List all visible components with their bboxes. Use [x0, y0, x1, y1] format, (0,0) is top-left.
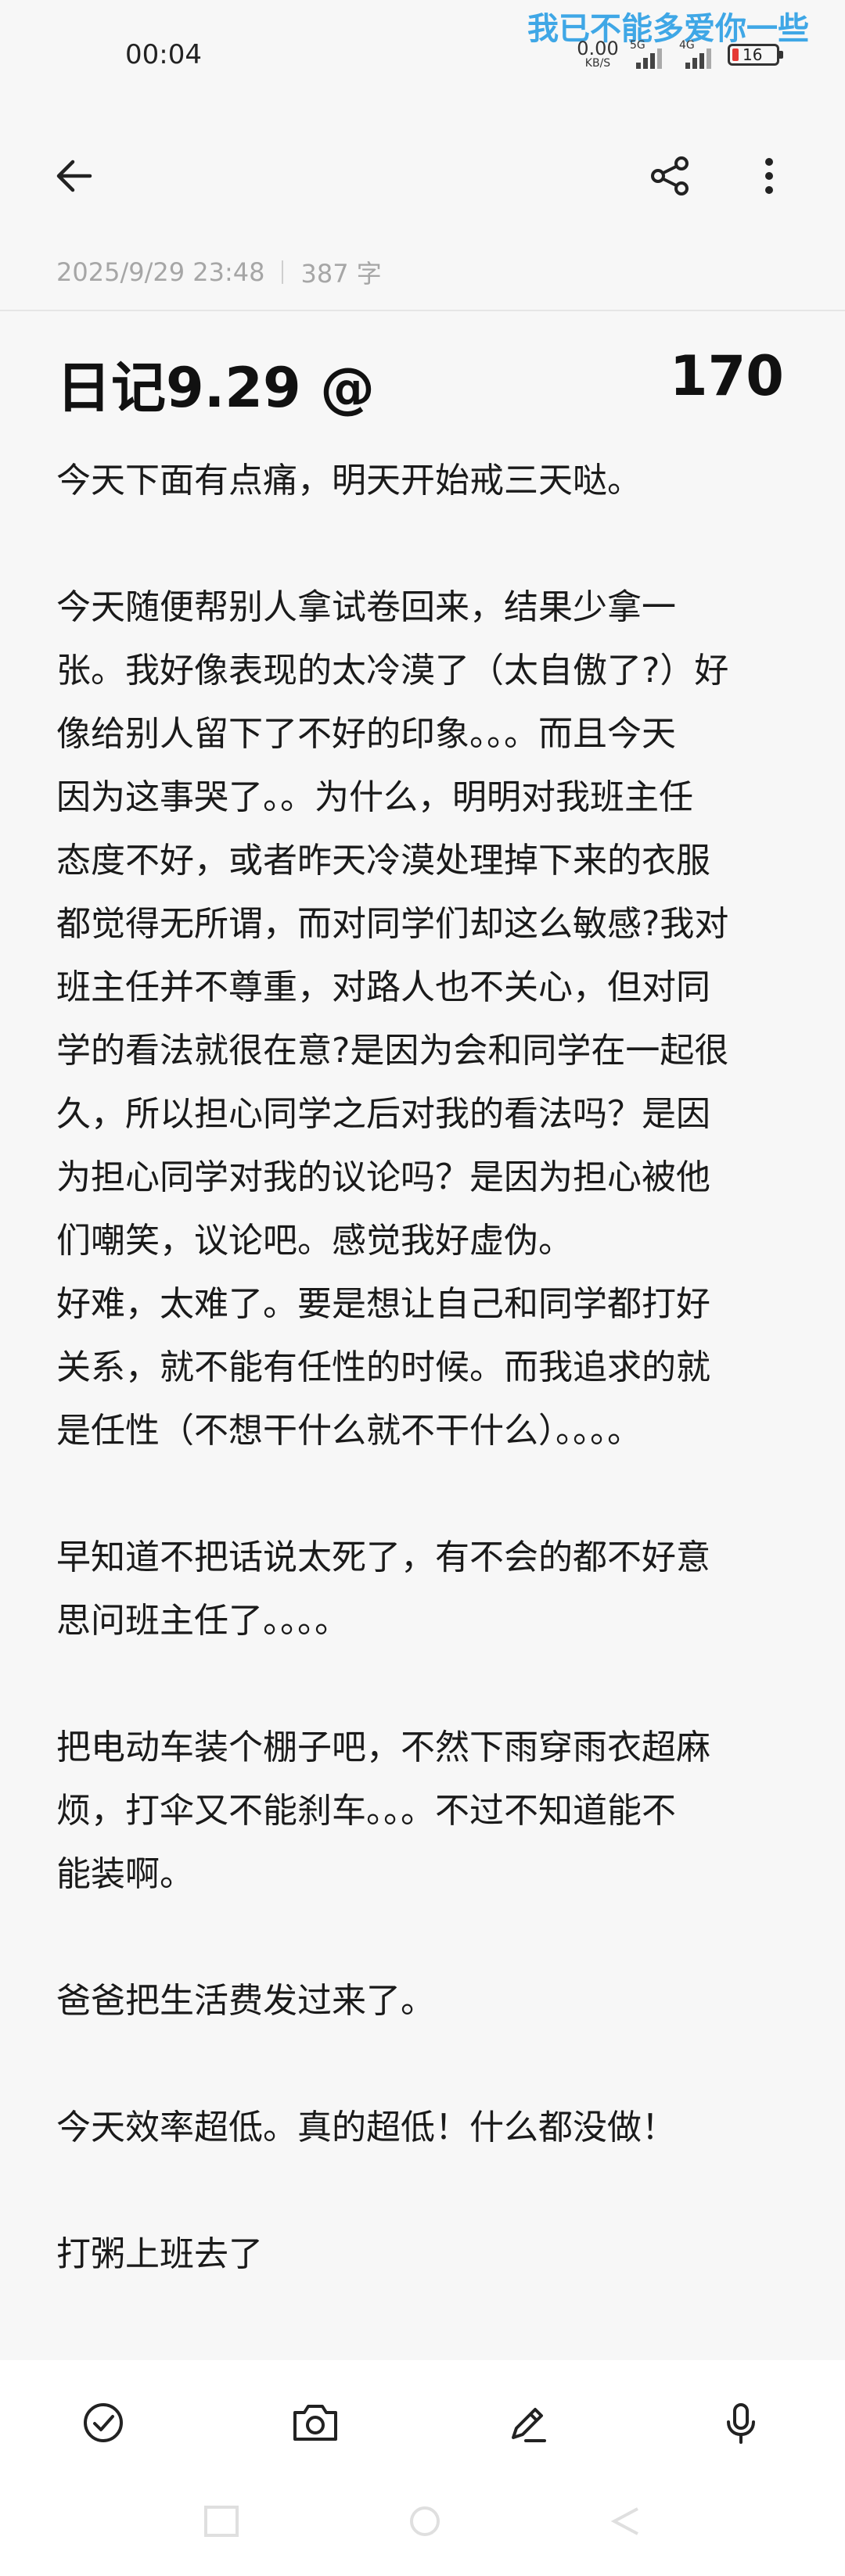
microphone-button[interactable] — [710, 2391, 772, 2454]
note-title-row[interactable]: 日记9.29 @ 170 — [56, 344, 784, 420]
note-body-line: 烦，打伞又不能刹车。。。不过不知道能不 — [56, 1791, 676, 1831]
note-body-line: 因为这事哭了。。为什么，明明对我班主任 — [56, 777, 693, 817]
meta-separator — [282, 260, 284, 284]
note-body-line: 关系，就不能有任性的时候。而我追求的就 — [56, 1347, 710, 1387]
camera-icon — [293, 2405, 337, 2441]
note-body-line: 思问班主任了。。。。 — [56, 1601, 349, 1641]
network-speed-unit: KB/S — [584, 57, 611, 70]
note-body-line: 今天下面有点痛，明天开始戒三天哒。 — [56, 461, 642, 500]
back-button[interactable] — [47, 149, 102, 203]
top-app-bar — [0, 117, 845, 235]
note-meta: 2025/9/29 23:48 387 字 — [56, 254, 382, 290]
microphone-icon — [727, 2403, 755, 2444]
watermark-text: 我已不能多爱你一些 — [527, 11, 809, 47]
note-word-count: 387 字 — [300, 259, 382, 289]
pen-button[interactable] — [497, 2391, 559, 2454]
note-body-line: 今天效率超低。真的超低！什么都没做！ — [56, 2108, 676, 2147]
recents-nav-icon[interactable] — [202, 2506, 241, 2537]
note-body-line: 为担心同学对我的议论吗？是因为担心被他 — [56, 1157, 710, 1197]
system-nav-bar — [0, 2482, 845, 2576]
note-body-line: 们嘲笑，议论吧。感觉我好虚伪。 — [56, 1221, 573, 1261]
header-divider — [0, 310, 845, 311]
note-body-line: 爸爸把生活费发过来了。 — [56, 1981, 435, 2021]
note-body-line: 都觉得无所谓，而对同学们却这么敏感?我对 — [56, 904, 729, 944]
note-body-line: 像给别人留下了不好的印象。。。而且今天 — [56, 714, 676, 754]
note-body-line: 能装啊。 — [56, 1854, 194, 1894]
battery-level: 16 — [743, 45, 763, 64]
note-body-line: 是任性（不想干什么就不干什么）。。。。 — [56, 1411, 642, 1451]
network-speed-value: 0.00 — [577, 38, 619, 59]
pen-icon — [512, 2408, 546, 2442]
note-body[interactable]: 今天下面有点痛，明天开始戒三天哒。 今天随便帮别人拿试卷回来，结果少拿一张。我好像… — [56, 449, 800, 2286]
battery-fill — [732, 48, 739, 61]
more-button[interactable] — [742, 149, 796, 203]
battery-icon: 16 — [728, 44, 783, 66]
share-icon — [651, 156, 689, 196]
status-bar: 00:04 我已不能多爱你一些 0.00 KB/S 5G 4G 16 — [0, 0, 845, 117]
note-body-line: 张。我好像表现的太冷漠了（太自傲了?）好 — [56, 651, 729, 691]
note-body-line: 班主任并不尊重，对路人也不关心，但对同 — [56, 967, 710, 1007]
note-body-line: 今天随便帮别人拿试卷回来，结果少拿一 — [56, 587, 676, 627]
back-nav-icon[interactable] — [606, 2506, 645, 2537]
note-body-line: 打粥上班去了 — [56, 2234, 263, 2274]
camera-button[interactable] — [284, 2391, 347, 2454]
more-vertical-icon — [765, 158, 773, 194]
checklist-button[interactable] — [72, 2391, 135, 2454]
arrow-left-icon — [56, 160, 92, 192]
home-nav-icon[interactable] — [405, 2506, 444, 2537]
note-title-number[interactable]: 170 — [670, 344, 784, 408]
note-date: 2025/9/29 23:48 — [56, 257, 265, 287]
status-time: 00:04 — [125, 39, 202, 70]
note-body-line: 早知道不把话说太死了，有不会的都不好意 — [56, 1537, 710, 1577]
note-body-line: 把电动车装个棚子吧，不然下雨穿雨衣超麻 — [56, 1727, 710, 1767]
note-title[interactable]: 日记9.29 @ — [56, 344, 375, 423]
checklist-icon — [84, 2403, 123, 2442]
note-body-line: 久，所以担心同学之后对我的看法吗？是因 — [56, 1094, 710, 1134]
share-button[interactable] — [643, 149, 698, 203]
note-body-line: 态度不好，或者昨天冷漠处理掉下来的衣服 — [56, 841, 710, 881]
note-body-line: 学的看法就很在意?是因为会和同学在一起很 — [56, 1031, 729, 1071]
note-body-line: 好难，太难了。要是想让自己和同学都打好 — [56, 1284, 710, 1324]
network-speed: 0.00 KB/S — [575, 39, 620, 69]
bottom-toolbar — [0, 2360, 845, 2482]
